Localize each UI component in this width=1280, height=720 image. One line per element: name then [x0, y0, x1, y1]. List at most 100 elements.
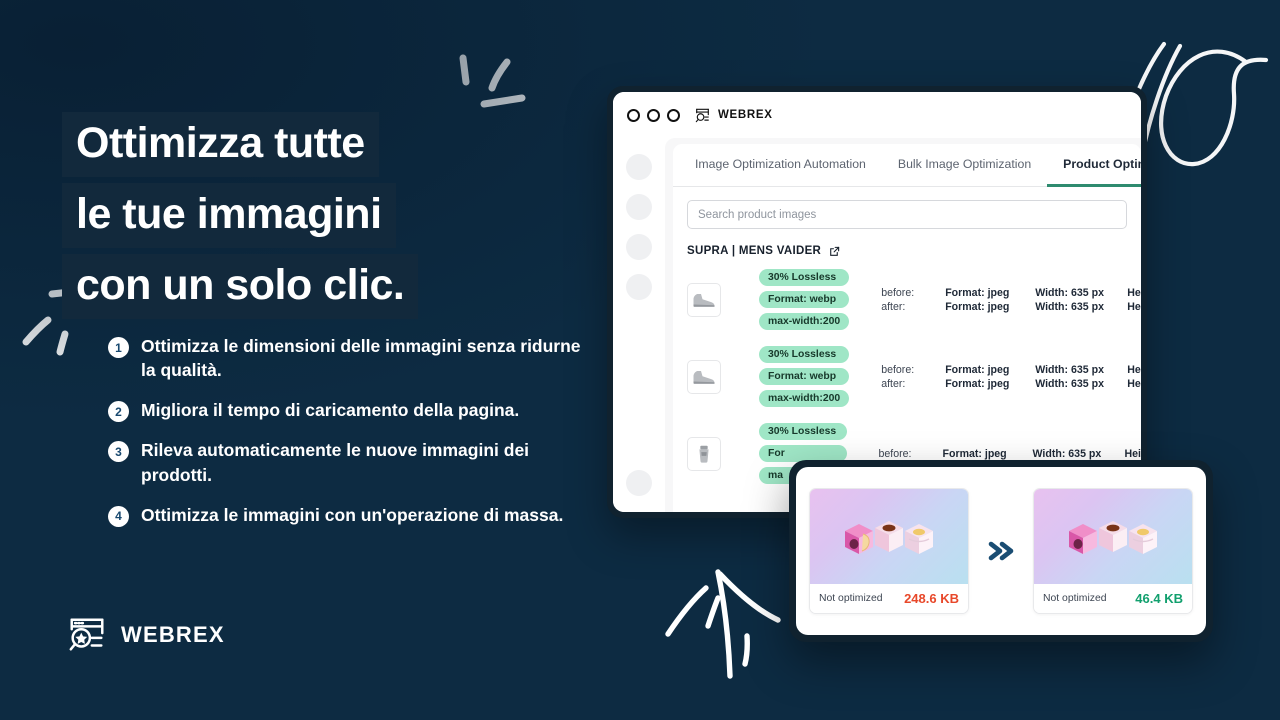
metric-stage: before:: [878, 447, 912, 460]
tab-image-optimization-automation[interactable]: Image Optimization Automation: [679, 144, 882, 187]
list-item-number: 4: [108, 505, 129, 527]
window-dot-minimize-icon[interactable]: [647, 108, 660, 122]
gift-boxes-3d-image: [1034, 489, 1192, 584]
size-comparison-card: Not optimized 248.6 KB Not optimized 46.…: [789, 460, 1213, 642]
table-row[interactable]: 30% Lossless Format: webp max-width:200 …: [687, 338, 1141, 415]
list-item-label: Ottimizza le immagini con un'operazione …: [141, 504, 564, 525]
status-badge: max-width:200: [759, 390, 850, 407]
app-main-area: Image Optimization Automation Bulk Image…: [665, 138, 1141, 512]
headline-line-1: Ottimizza tutte: [62, 112, 379, 177]
window-controls: [627, 108, 680, 122]
browser-window-mockup: WEBREX Image Optimization Automation Bul…: [607, 86, 1147, 518]
product-title: SUPRA | MENS VAIDER: [687, 245, 822, 257]
list-item-label: Ottimizza le dimensioni delle immagini s…: [141, 336, 581, 381]
gift-boxes-3d-image: [810, 489, 968, 584]
metric-format: Format: jpeg: [945, 377, 1010, 390]
search-input[interactable]: Search product images: [687, 200, 1127, 229]
gift-boxes-illustration: [1069, 520, 1157, 554]
metric-width: Width: 635 px: [1035, 377, 1104, 390]
comparison-before-size: 248.6 KB: [904, 591, 959, 606]
list-item-number: 3: [108, 441, 129, 463]
feature-list: 1 Ottimizza le dimensioni delle immagini…: [108, 334, 608, 543]
metrics-group: before: Format: jpeg Width: 635 px Hei: [879, 448, 1142, 460]
metric-height: Hei: [1127, 286, 1141, 299]
list-item-number: 2: [108, 401, 129, 423]
browser-body: Image Optimization Automation Bulk Image…: [613, 138, 1141, 512]
gift-boxes-illustration: [845, 520, 933, 554]
metric-height: Hei: [1127, 377, 1141, 390]
browser-titlebar: WEBREX: [613, 92, 1141, 138]
comparison-before-footer: Not optimized 248.6 KB: [810, 584, 968, 613]
status-badge: 30% Lossless: [759, 423, 847, 440]
metric-stage: after:: [881, 377, 906, 390]
status-badge: Format: webp: [759, 291, 850, 308]
metric-stage: before:: [881, 286, 915, 299]
metrics-before: before: Format: jpeg Width: 635 px Hei: [881, 364, 1141, 376]
metric-format: Format: jpeg: [942, 447, 1007, 460]
brand-logo: WEBREX: [66, 614, 225, 656]
sidebar-item-placeholder-3[interactable]: [626, 234, 652, 260]
sidebar-item-placeholder-4[interactable]: [626, 274, 652, 300]
webrex-search-star-icon: [69, 618, 104, 651]
sidebar-item-placeholder-2[interactable]: [626, 194, 652, 220]
metric-width: Width: 635 px: [1035, 363, 1104, 376]
status-badge: 30% Lossless: [759, 346, 850, 363]
headline-line-2: le tue immagini: [62, 183, 396, 248]
metric-format: Format: jpeg: [945, 300, 1010, 313]
poster-background: Ottimizza tutte le tue immagini con un s…: [0, 0, 1280, 720]
image-rows-list: 30% Lossless Format: webp max-width:200 …: [673, 261, 1141, 492]
double-chevron-right-icon: [985, 538, 1017, 564]
window-dot-maximize-icon[interactable]: [667, 108, 680, 122]
comparison-before: Not optimized 248.6 KB: [809, 488, 969, 614]
shoe-icon: [699, 445, 709, 463]
external-link-icon[interactable]: [829, 246, 840, 257]
app-sidebar: [613, 138, 665, 512]
metric-stage: after:: [881, 300, 906, 313]
metric-width: Width: 635 px: [1035, 300, 1104, 313]
metrics-after: after: Format: jpeg Width: 635 px Hei: [881, 378, 1141, 390]
content-card: Image Optimization Automation Bulk Image…: [673, 144, 1141, 512]
list-item: 1 Ottimizza le dimensioni delle immagini…: [108, 334, 608, 382]
comparison-after-footer: Not optimized 46.4 KB: [1034, 584, 1192, 613]
comparison-after-label: Not optimized: [1043, 593, 1107, 604]
sidebar-item-placeholder-1[interactable]: [626, 154, 652, 180]
comparison-before-label: Not optimized: [819, 593, 883, 604]
sneaker-thumbnail: [687, 282, 721, 317]
table-row[interactable]: 30% Lossless Format: webp max-width:200 …: [687, 261, 1141, 338]
list-item: 3 Rileva automaticamente le nuove immagi…: [108, 438, 608, 486]
scribble-curves-bottom: [665, 569, 781, 679]
list-item: 2 Migliora il tempo di caricamento della…: [108, 398, 608, 423]
headline-line-3: con un solo clic.: [62, 254, 419, 319]
tab-bulk-image-optimization[interactable]: Bulk Image Optimization: [882, 144, 1047, 187]
list-item-number: 1: [108, 337, 129, 358]
page-title: Ottimizza tutte le tue immagini con un s…: [62, 112, 419, 325]
sneaker-icon: [693, 293, 715, 307]
sneaker-thumbnail: [687, 359, 721, 394]
list-item: 4 Ottimizza le immagini con un'operazion…: [108, 503, 608, 527]
metrics-group: before: Format: jpeg Width: 635 px Hei a…: [881, 287, 1141, 313]
metric-width: Width: 635 px: [1032, 447, 1102, 460]
comparison-after: Not optimized 46.4 KB: [1033, 488, 1193, 614]
left-content-column: Ottimizza tutte le tue immagini con un s…: [0, 0, 620, 720]
status-badge: max-width:200: [759, 313, 850, 330]
status-badge: Format: webp: [759, 368, 850, 385]
status-badge: 30% Lossless: [759, 269, 850, 286]
metric-height: Hei: [1127, 363, 1141, 376]
tab-product-optimized-images[interactable]: Product Optimized Im: [1047, 144, 1141, 187]
list-item-label: Migliora il tempo di caricamento della p…: [141, 400, 520, 421]
metrics-after: after: Format: jpeg Width: 635 px Hei: [881, 301, 1141, 313]
window-dot-close-icon[interactable]: [627, 108, 640, 122]
badge-group: 30% Lossless Format: webp max-width:200: [759, 346, 850, 407]
list-item-label: Rileva automaticamente le nuove immagini…: [141, 440, 530, 485]
metric-height: Hei: [1127, 300, 1141, 313]
metrics-before: before: Format: jpeg Width: 635 px Hei: [879, 448, 1142, 460]
product-title-row: SUPRA | MENS VAIDER: [673, 229, 1141, 261]
brand-name: WEBREX: [121, 622, 225, 647]
metric-height: Hei: [1124, 447, 1142, 460]
sidebar-item-placeholder-bottom[interactable]: [626, 470, 652, 496]
comparison-after-size: 46.4 KB: [1135, 591, 1183, 606]
metric-format: Format: jpeg: [945, 286, 1010, 299]
webrex-search-star-icon: [695, 108, 709, 122]
badge-group: 30% Lossless Format: webp max-width:200: [759, 269, 850, 330]
metric-stage: before:: [881, 363, 915, 376]
